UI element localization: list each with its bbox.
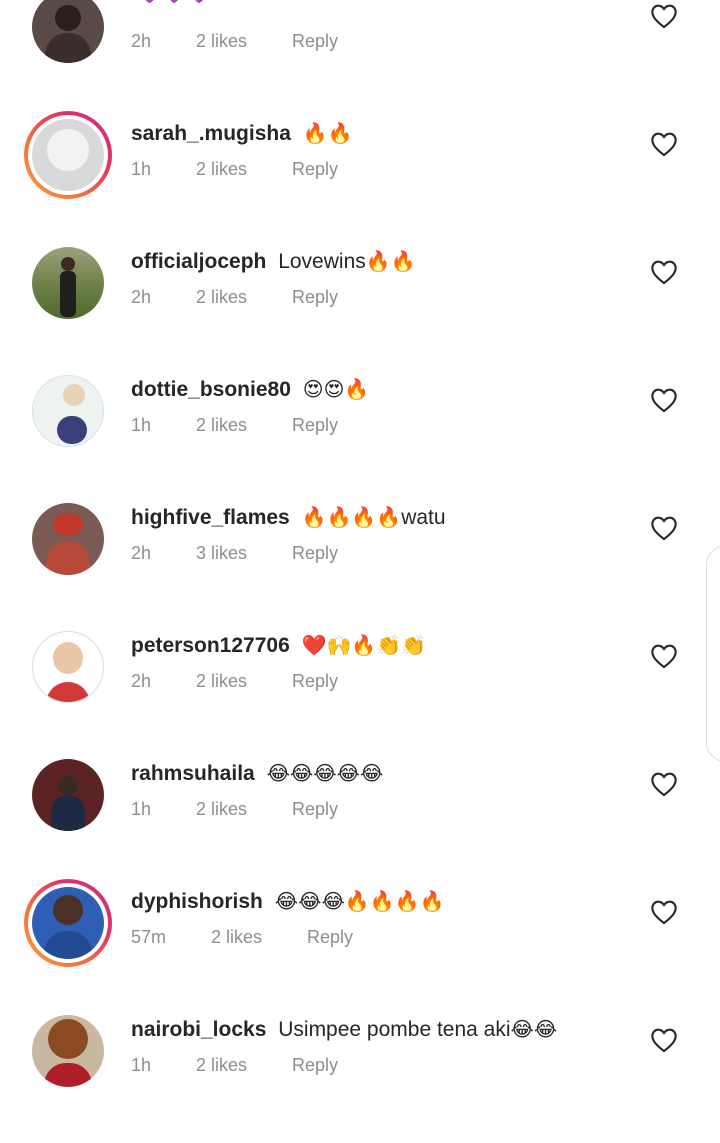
comment-item: rahmsuhaila 😂😂😂😂😂 1h 2 likes Reply	[0, 759, 720, 887]
avatar[interactable]	[32, 631, 104, 703]
avatar[interactable]	[32, 375, 104, 447]
comment-emoji: 😂😂😂😂😂	[266, 761, 384, 785]
heart-icon[interactable]	[650, 771, 678, 797]
comment-text-line: officialjoceph Lovewins🔥🔥	[131, 249, 416, 274]
comment-item: dyphishorish 😂😂😂🔥🔥🔥🔥 57m 2 likes Reply	[0, 879, 720, 1015]
heart-icon[interactable]	[650, 899, 678, 925]
comment-username[interactable]: highfive_flames	[131, 506, 290, 529]
comment-likes[interactable]: 2 likes	[196, 1055, 287, 1076]
reply-button[interactable]: Reply	[292, 415, 338, 436]
comment-time: 1h	[131, 159, 152, 179]
comment-emoji: 😂😂	[510, 1017, 558, 1041]
heart-icon[interactable]	[650, 1027, 678, 1053]
comment-time: 1h	[131, 799, 152, 819]
comment-likes[interactable]: 2 likes	[196, 799, 287, 820]
comment-text-line: rahmsuhaila 😂😂😂😂😂	[131, 761, 383, 786]
comment-text-line: nairobi_locks Usimpee pombe tena aki😂😂	[131, 1017, 557, 1042]
reply-button[interactable]: Reply	[292, 543, 338, 564]
comment-meta: 57m 2 likes Reply	[131, 927, 353, 948]
comment-text-line: dyphishorish 😂😂😂🔥🔥🔥🔥	[131, 889, 444, 914]
comment-meta: 2h 2 likes Reply	[131, 31, 338, 52]
side-panel-handle[interactable]	[706, 545, 720, 762]
avatar[interactable]	[32, 0, 104, 63]
comment-username[interactable]: rahmsuhaila	[131, 762, 255, 785]
comment-meta: 1h 2 likes Reply	[131, 1055, 338, 1076]
comment-emoji: 🔥🔥	[302, 121, 353, 145]
reply-button[interactable]: Reply	[292, 799, 338, 820]
comment-text-line: dottie_bsonie80 😍😍🔥	[131, 377, 369, 402]
comment-emoji: ❤️🙌🔥👏👏	[301, 633, 427, 657]
avatar[interactable]	[32, 759, 104, 831]
heart-icon[interactable]	[650, 259, 678, 285]
comment-username[interactable]: dottie_bsonie80	[131, 378, 291, 401]
comment-meta: 1h 2 likes Reply	[131, 415, 338, 436]
comment-text: Usimpee pombe tena aki	[278, 1018, 511, 1041]
heart-icon[interactable]	[650, 3, 678, 29]
comment-time: 2h	[131, 287, 152, 307]
reply-button[interactable]: Reply	[292, 159, 338, 180]
avatar[interactable]	[24, 111, 112, 199]
comment-item: nairobi_locks Usimpee pombe tena aki😂😂 1…	[0, 1015, 720, 1143]
comment-time: 2h	[131, 543, 152, 563]
comment-meta: 1h 2 likes Reply	[131, 799, 338, 820]
comment-username[interactable]: peterson127706	[131, 634, 290, 657]
comment-text: Lovewins	[278, 250, 366, 273]
comment-emoji: 💜💜💜	[137, 0, 212, 5]
avatar[interactable]	[32, 247, 104, 319]
avatar[interactable]	[24, 879, 112, 967]
comment-text-line: sarah_.mugisha 🔥🔥	[131, 121, 353, 146]
comment-meta: 2h 3 likes Reply	[131, 543, 338, 564]
comment-text-line: highfive_flames 🔥🔥🔥🔥watu	[131, 505, 446, 530]
comment-text: watu	[401, 506, 446, 529]
comment-likes[interactable]: 2 likes	[196, 671, 287, 692]
avatar[interactable]	[32, 503, 104, 575]
comment-emoji: 🔥🔥	[365, 249, 416, 273]
comment-emoji: 😂😂😂🔥🔥🔥🔥	[274, 889, 445, 913]
comment-item: peterson127706 ❤️🙌🔥👏👏 2h 2 likes Reply	[0, 631, 720, 759]
comment-username[interactable]: sarah_.mugisha	[131, 122, 291, 145]
comment-likes[interactable]: 2 likes	[211, 927, 302, 948]
comment-text-line: 💜💜💜	[131, 0, 212, 6]
comment-meta: 2h 2 likes Reply	[131, 287, 338, 308]
reply-button[interactable]: Reply	[307, 927, 353, 948]
comment-item: 💜💜💜 2h 2 likes Reply	[0, 0, 720, 119]
comment-time: 1h	[131, 415, 152, 435]
heart-icon[interactable]	[650, 131, 678, 157]
comment-likes[interactable]: 2 likes	[196, 287, 287, 308]
comment-text-line: peterson127706 ❤️🙌🔥👏👏	[131, 633, 426, 658]
comment-time: 2h	[131, 31, 152, 51]
comment-time: 1h	[131, 1055, 152, 1075]
comment-meta: 1h 2 likes Reply	[131, 159, 338, 180]
comment-item: dottie_bsonie80 😍😍🔥 1h 2 likes Reply	[0, 375, 720, 503]
comment-item: sarah_.mugisha 🔥🔥 1h 2 likes Reply	[0, 111, 720, 247]
comment-time: 57m	[131, 927, 167, 947]
comment-username[interactable]: dyphishorish	[131, 890, 263, 913]
comment-time: 2h	[131, 671, 152, 691]
comment-emoji: 😍😍🔥	[302, 377, 370, 401]
heart-icon[interactable]	[650, 515, 678, 541]
reply-button[interactable]: Reply	[292, 671, 338, 692]
reply-button[interactable]: Reply	[292, 1055, 338, 1076]
comment-likes[interactable]: 2 likes	[196, 159, 287, 180]
comment-meta: 2h 2 likes Reply	[131, 671, 338, 692]
reply-button[interactable]: Reply	[292, 287, 338, 308]
comment-username[interactable]: officialjoceph	[131, 250, 266, 273]
comment-likes[interactable]: 2 likes	[196, 415, 287, 436]
reply-button[interactable]: Reply	[292, 31, 338, 52]
comment-item: officialjoceph Lovewins🔥🔥 2h 2 likes Rep…	[0, 247, 720, 375]
heart-icon[interactable]	[650, 387, 678, 413]
comment-username[interactable]: nairobi_locks	[131, 1018, 266, 1041]
heart-icon[interactable]	[650, 643, 678, 669]
avatar[interactable]	[32, 1015, 104, 1087]
comment-likes[interactable]: 2 likes	[196, 31, 287, 52]
comment-item: highfive_flames 🔥🔥🔥🔥watu 2h 3 likes Repl…	[0, 503, 720, 631]
comment-likes[interactable]: 3 likes	[196, 543, 287, 564]
comment-emoji: 🔥🔥🔥🔥	[301, 505, 402, 529]
